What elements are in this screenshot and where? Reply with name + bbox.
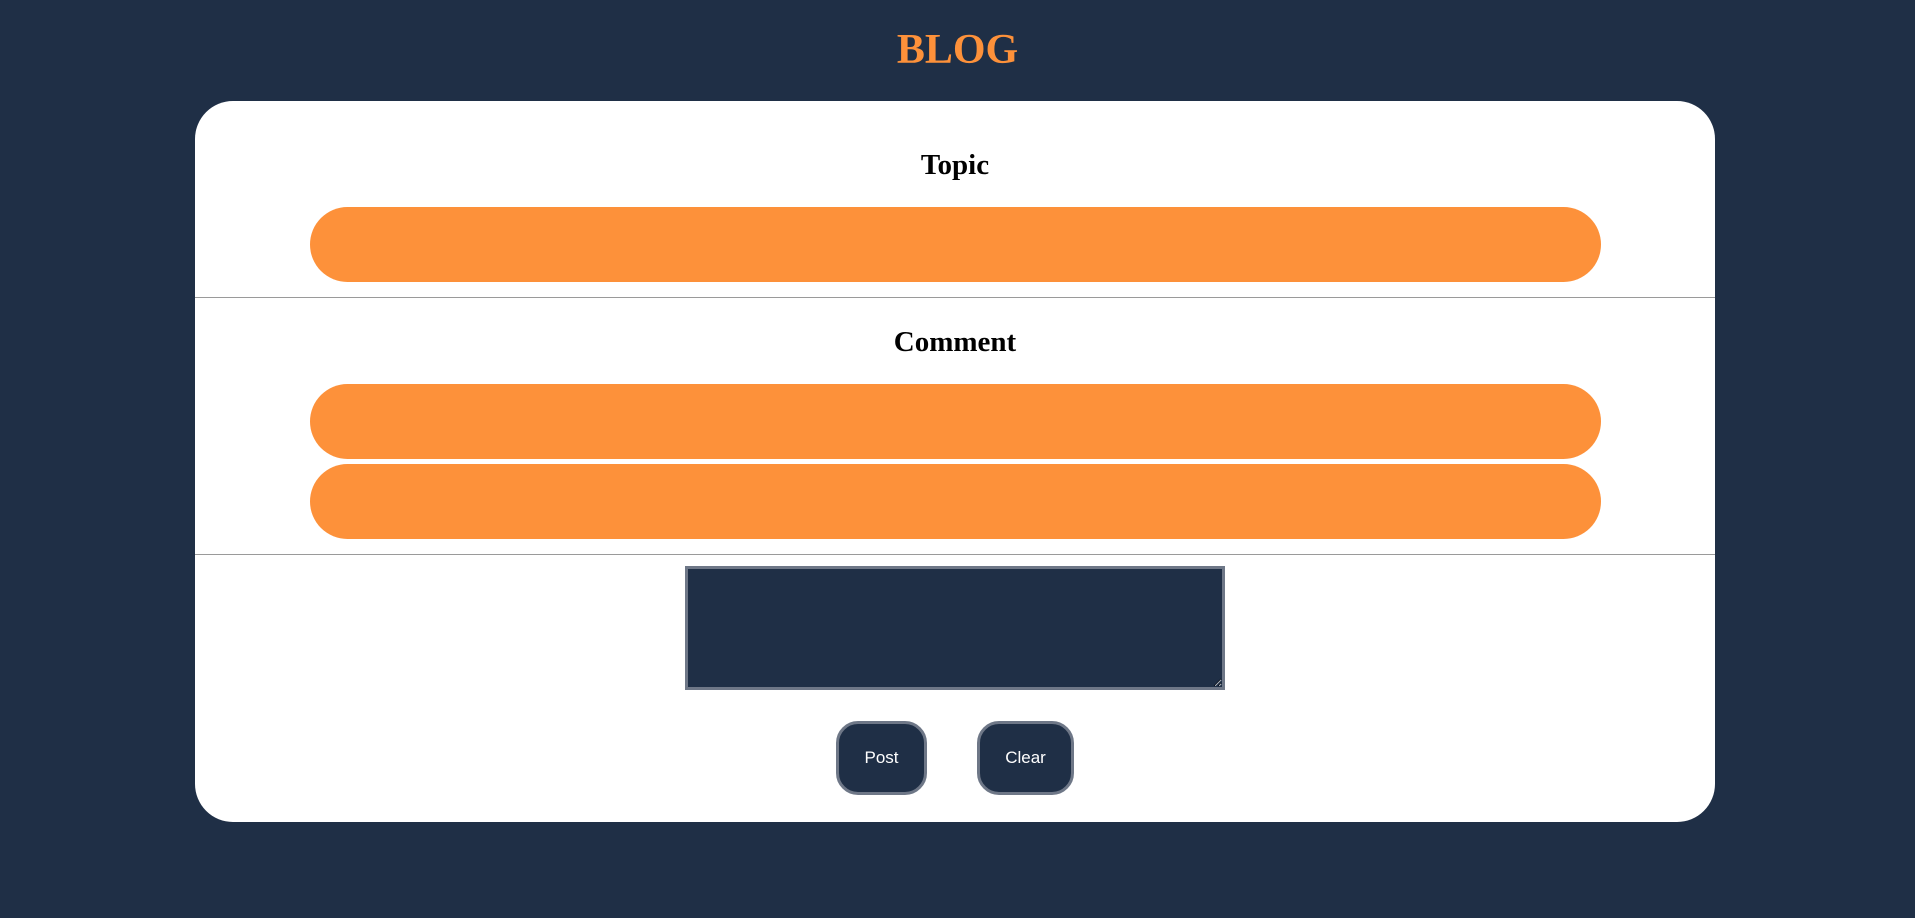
comment-textarea[interactable] <box>685 566 1225 690</box>
topic-option-bar[interactable] <box>310 207 1601 282</box>
topic-heading: Topic <box>920 149 990 181</box>
section-divider <box>195 554 1715 555</box>
blog-form-card: Topic Comment Post Clear <box>195 101 1715 822</box>
comment-option-bar-1[interactable] <box>310 384 1601 459</box>
comment-heading: Comment <box>893 326 1017 358</box>
comment-option-bar-2[interactable] <box>310 464 1601 539</box>
clear-button[interactable]: Clear <box>977 721 1074 795</box>
post-button[interactable]: Post <box>836 721 927 795</box>
page-title: BLOG <box>896 27 1019 73</box>
section-divider <box>195 297 1715 298</box>
